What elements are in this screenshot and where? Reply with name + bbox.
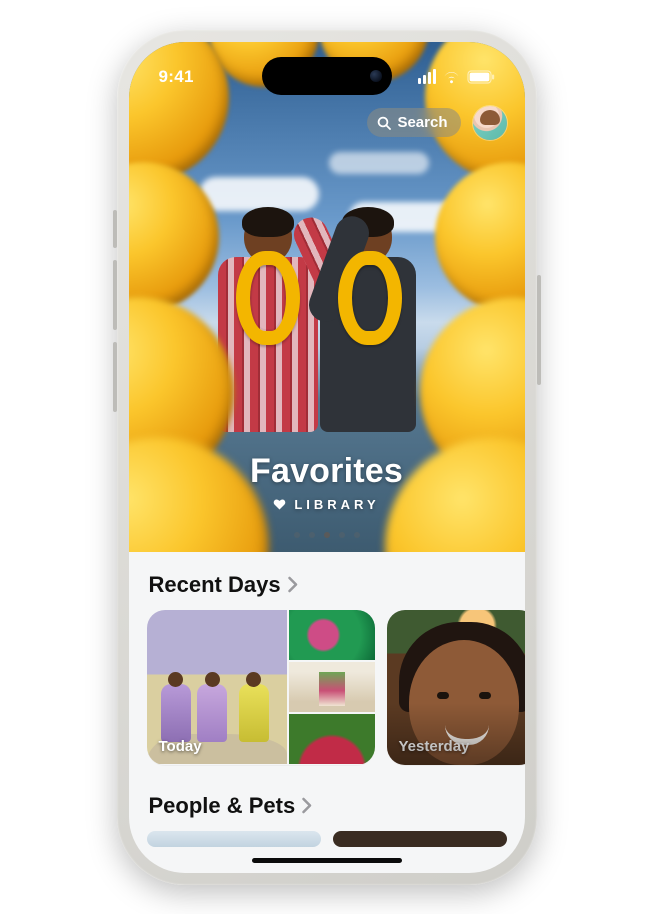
page-dot	[339, 532, 345, 538]
dynamic-island	[262, 57, 392, 95]
side-power-button	[537, 275, 541, 385]
volume-down-button	[113, 342, 117, 412]
search-label: Search	[397, 114, 447, 131]
search-icon	[377, 116, 391, 130]
hero-featured-card[interactable]: 9:41 Search	[129, 42, 525, 552]
iphone-device-frame: 9:41 Search	[117, 30, 537, 885]
page-dot	[354, 532, 360, 538]
people-card[interactable]	[147, 831, 321, 847]
photo-thumbnail	[289, 662, 375, 712]
profile-avatar-button[interactable]	[473, 106, 507, 140]
people-pets-row[interactable]	[147, 831, 507, 847]
chevron-right-icon	[287, 576, 298, 593]
search-button[interactable]: Search	[367, 108, 460, 137]
status-time: 9:41	[159, 67, 194, 87]
recent-day-card-yesterday[interactable]: Yesterday	[387, 610, 525, 765]
recent-day-card-today[interactable]: Today	[147, 610, 375, 765]
recent-days-row[interactable]: Today Yesterday	[147, 610, 507, 765]
wifi-icon	[442, 70, 461, 84]
action-button	[113, 210, 117, 248]
recent-days-header[interactable]: Recent Days	[149, 572, 505, 598]
page-dot	[309, 532, 315, 538]
page-indicator[interactable]	[129, 532, 525, 538]
section-title: People & Pets	[149, 793, 296, 819]
page-dot	[294, 532, 300, 538]
photo-thumbnail	[289, 610, 375, 660]
screen: 9:41 Search	[129, 42, 525, 873]
volume-up-button	[113, 260, 117, 330]
chevron-right-icon	[301, 797, 312, 814]
heart-icon	[273, 498, 286, 510]
section-title: Recent Days	[149, 572, 281, 598]
people-card[interactable]	[333, 831, 507, 847]
battery-icon	[467, 70, 495, 84]
card-label: Today	[159, 738, 202, 755]
card-label: Yesterday	[399, 738, 470, 755]
cellular-signal-icon	[418, 69, 436, 84]
page-dot-active	[324, 532, 330, 538]
people-pets-header[interactable]: People & Pets	[149, 793, 505, 819]
home-indicator[interactable]	[252, 858, 402, 863]
hero-subtitle: LIBRARY	[294, 497, 379, 512]
hero-title: Favorites	[129, 452, 525, 491]
photo-thumbnail	[289, 714, 375, 764]
